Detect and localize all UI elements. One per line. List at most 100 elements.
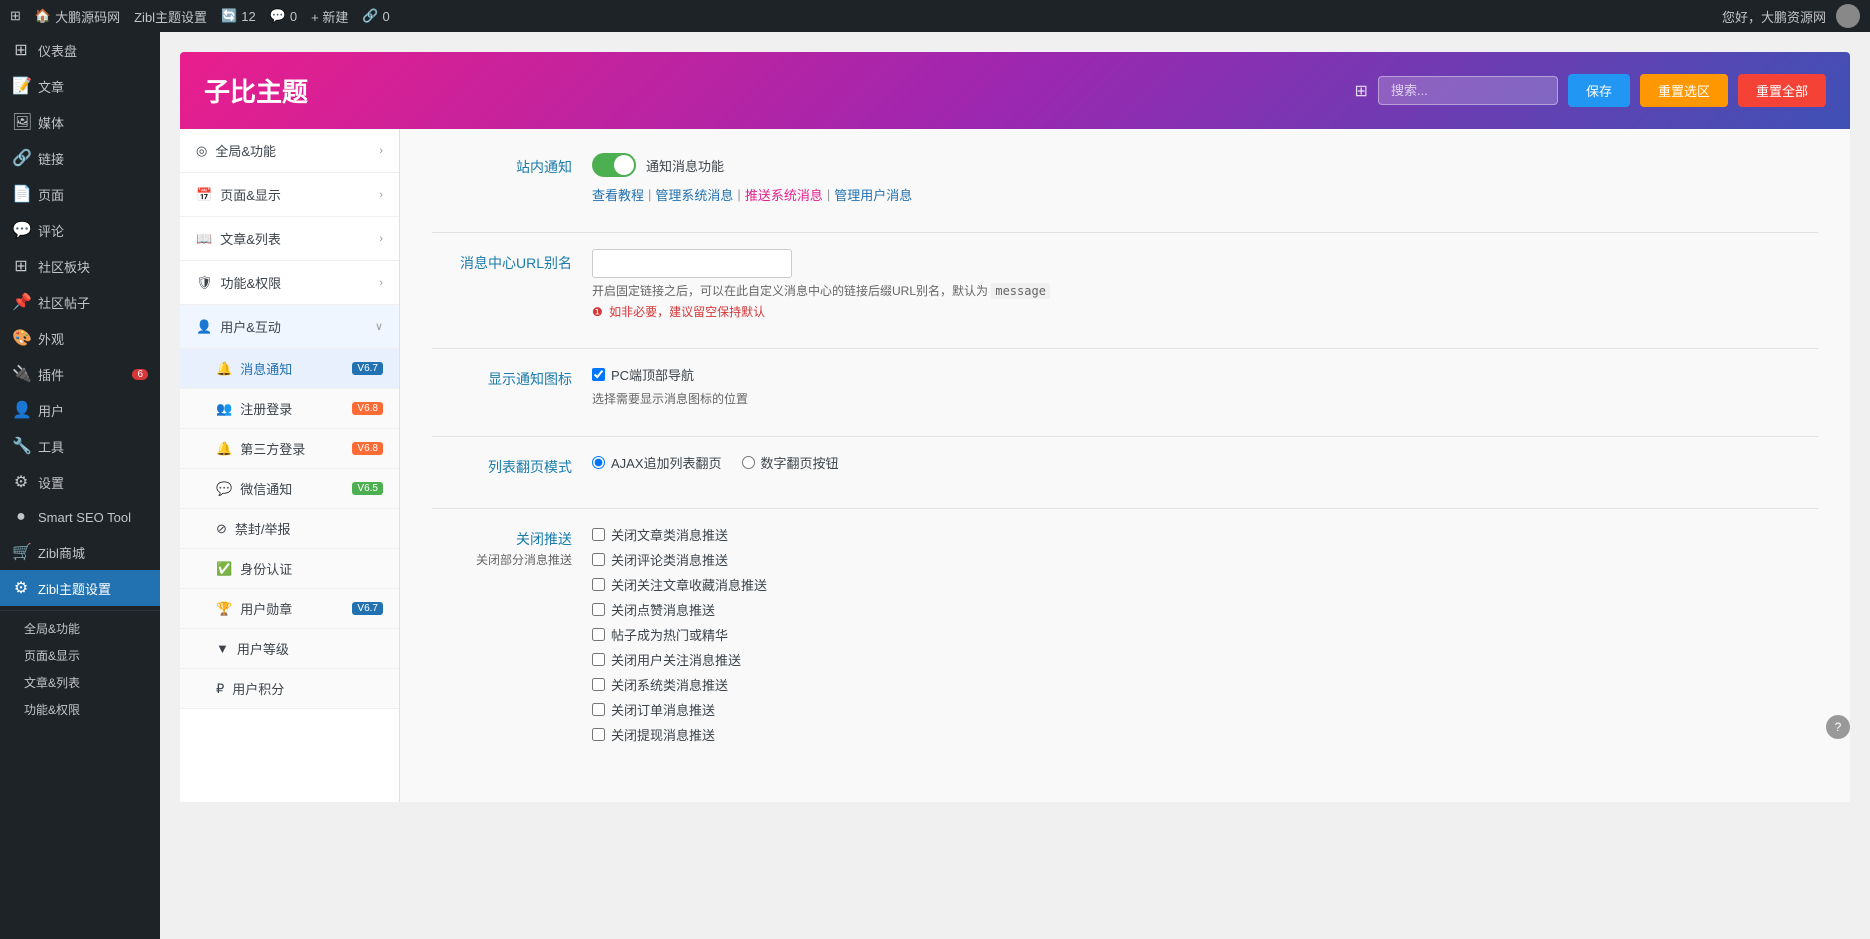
medal-icon: 🏆 bbox=[216, 601, 232, 617]
sidebar-item-community-blocks[interactable]: ⊞ 社区板块 bbox=[0, 248, 160, 284]
message-url-input[interactable] bbox=[592, 249, 792, 278]
left-panel-label: 全局&功能 bbox=[215, 141, 276, 160]
left-panel-sub-level[interactable]: ▼ 用户等级 bbox=[180, 629, 399, 669]
close-collect-checkbox[interactable] bbox=[592, 578, 605, 591]
theme-settings-link[interactable]: Zibl主题设置 bbox=[134, 7, 207, 26]
reset-selection-button[interactable]: 重置选区 bbox=[1640, 74, 1728, 107]
left-panel-func[interactable]: 🛡 功能&权限 › bbox=[180, 261, 399, 305]
close-follow-checkbox[interactable] bbox=[592, 653, 605, 666]
close-comment-checkbox[interactable] bbox=[592, 553, 605, 566]
left-panel-sub-ban[interactable]: ⊘ 禁封/举报 bbox=[180, 509, 399, 549]
sidebar-item-pages[interactable]: 📄 页面 bbox=[0, 176, 160, 212]
site-notify-toggle[interactable] bbox=[592, 153, 636, 177]
admin-bar-right: 您好，大鹏资源网 bbox=[1722, 4, 1860, 28]
left-panel-page[interactable]: 📅 页面&显示 › bbox=[180, 173, 399, 217]
sidebar-item-label: 媒体 bbox=[38, 113, 64, 132]
sidebar-item-media[interactable]: 🖼 媒体 bbox=[0, 104, 160, 140]
sidebar-item-smart-seo[interactable]: ● Smart SEO Tool bbox=[0, 500, 160, 534]
sidebar-sub-global[interactable]: 全局&功能 bbox=[0, 615, 160, 642]
close-capture-checkbox[interactable] bbox=[592, 728, 605, 741]
smart-seo-icon: ● bbox=[12, 508, 30, 526]
left-panel-article[interactable]: 📖 文章&列表 › bbox=[180, 217, 399, 261]
admin-bar-comments[interactable]: 💬 0 bbox=[270, 8, 297, 24]
tutorial-link[interactable]: 查看教程 bbox=[592, 185, 644, 204]
sub-item-left: ✅ 身份认证 bbox=[216, 559, 292, 578]
sidebar-sub-func[interactable]: 功能&权限 bbox=[0, 696, 160, 723]
sub-item-left: ₽ 用户积分 bbox=[216, 679, 284, 698]
admin-bar-links[interactable]: 🔗 0 bbox=[362, 8, 389, 24]
close-like-checkbox[interactable] bbox=[592, 603, 605, 616]
site-name[interactable]: 大鹏源码网 bbox=[55, 7, 120, 26]
push-system-msg-link[interactable]: 推送系统消息 bbox=[745, 185, 823, 204]
sidebar-item-settings[interactable]: ⚙ 设置 bbox=[0, 464, 160, 500]
sub-item-left: ▼ 用户等级 bbox=[216, 639, 289, 658]
close-article-checkbox[interactable] bbox=[592, 528, 605, 541]
sidebar-item-tools[interactable]: 🔧 工具 bbox=[0, 428, 160, 464]
left-panel-sub-register[interactable]: 👥 注册登录 V6.8 bbox=[180, 389, 399, 429]
sidebar-item-users[interactable]: 👤 用户 bbox=[0, 392, 160, 428]
separator: | bbox=[827, 187, 830, 202]
radio-ajax[interactable]: AJAX追加列表翻页 bbox=[592, 453, 722, 472]
radio-ajax-input[interactable] bbox=[592, 456, 605, 469]
manage-user-msg-link[interactable]: 管理用户消息 bbox=[834, 185, 912, 204]
help-icon[interactable]: ? bbox=[1826, 715, 1850, 739]
sidebar-item-zibl-shop[interactable]: 🛒 Zibl商城 bbox=[0, 534, 160, 570]
sub-item-left: 🏆 用户勋章 bbox=[216, 599, 292, 618]
manage-system-msg-link[interactable]: 管理系统消息 bbox=[655, 185, 733, 204]
left-panel-sub-message[interactable]: 🔔 消息通知 V6.7 bbox=[180, 349, 399, 389]
sidebar-sub-label: 功能&权限 bbox=[24, 703, 80, 717]
search-input[interactable] bbox=[1378, 76, 1558, 105]
sidebar-item-community-posts[interactable]: 📌 社区帖子 bbox=[0, 284, 160, 320]
left-panel-item-left: ◎ 全局&功能 bbox=[196, 141, 276, 160]
left-panel-label: 功能&权限 bbox=[221, 273, 282, 292]
sidebar-item-dashboard[interactable]: ⊞ 仪表盘 bbox=[0, 32, 160, 68]
points-icon: ₽ bbox=[216, 681, 224, 697]
wp-logo-icon[interactable]: ⊞ bbox=[10, 8, 21, 24]
admin-bar-updates[interactable]: 🔄 12 bbox=[221, 8, 256, 24]
avatar[interactable] bbox=[1836, 4, 1860, 28]
settings-label-display-icon: 显示通知图标 bbox=[432, 365, 592, 389]
save-button[interactable]: 保存 bbox=[1568, 74, 1630, 107]
left-panel-label: 页面&显示 bbox=[220, 185, 281, 204]
close-system-checkbox[interactable] bbox=[592, 678, 605, 691]
global-icon: ◎ bbox=[196, 143, 207, 159]
settings-label-message-url: 消息中心URL别名 bbox=[432, 249, 592, 273]
sidebar-item-comments[interactable]: 💬 评论 bbox=[0, 212, 160, 248]
close-order-checkbox[interactable] bbox=[592, 703, 605, 716]
sidebar-item-posts[interactable]: 📝 文章 bbox=[0, 68, 160, 104]
close-hot-checkbox[interactable] bbox=[592, 628, 605, 641]
pc-nav-checkbox[interactable] bbox=[592, 368, 605, 381]
left-panel-sub-points[interactable]: ₽ 用户积分 bbox=[180, 669, 399, 709]
grid-icon[interactable]: ⊞ bbox=[1355, 81, 1368, 101]
settings-row-message-url: 消息中心URL别名 开启固定链接之后，可以在此自定义消息中心的链接后缀URL别名… bbox=[432, 249, 1818, 320]
radio-number-input[interactable] bbox=[742, 456, 755, 469]
sidebar-item-zibl-settings[interactable]: ⚙ Zibl主题设置 bbox=[0, 570, 160, 606]
article-icon: 📖 bbox=[196, 231, 212, 247]
left-panel-sub-third-login[interactable]: 🔔 第三方登录 V6.8 bbox=[180, 429, 399, 469]
sidebar-sub-page[interactable]: 页面&显示 bbox=[0, 642, 160, 669]
sidebar-item-links[interactable]: 🔗 链接 bbox=[0, 140, 160, 176]
left-panel-sub-wechat[interactable]: 💬 微信通知 V6.5 bbox=[180, 469, 399, 509]
sidebar-sub-article[interactable]: 文章&列表 bbox=[0, 669, 160, 696]
close-follow-label: 关闭用户关注消息推送 bbox=[611, 650, 741, 669]
sidebar-item-plugins[interactable]: 🔌 插件 6 bbox=[0, 356, 160, 392]
admin-bar-new[interactable]: + 新建 bbox=[311, 7, 348, 26]
settings-row-close-notify: 关闭推送 关闭部分消息推送 关闭文章类消息推送 关闭评论类消息推送 关闭关注文章… bbox=[432, 525, 1818, 750]
zibl-shop-icon: 🛒 bbox=[12, 542, 30, 562]
sidebar-item-appearance[interactable]: 🎨 外观 bbox=[0, 320, 160, 356]
sidebar-item-label: 链接 bbox=[38, 149, 64, 168]
settings-content-close-notify: 关闭文章类消息推送 关闭评论类消息推送 关闭关注文章收藏消息推送 关闭点赞消息推… bbox=[592, 525, 1818, 750]
sub-item-label: 用户勋章 bbox=[240, 599, 292, 618]
left-panel-sub-medal[interactable]: 🏆 用户勋章 V6.7 bbox=[180, 589, 399, 629]
admin-bar-site[interactable]: 🏠 大鹏源码网 bbox=[35, 7, 120, 26]
posts-icon: 📝 bbox=[12, 76, 30, 96]
updates-icon: 🔄 bbox=[221, 8, 237, 24]
admin-bar-theme[interactable]: Zibl主题设置 bbox=[134, 7, 207, 26]
left-panel-item-left: 📖 文章&列表 bbox=[196, 229, 281, 248]
radio-number[interactable]: 数字翻页按钮 bbox=[742, 453, 839, 472]
left-panel-global[interactable]: ◎ 全局&功能 › bbox=[180, 129, 399, 173]
new-label[interactable]: + 新建 bbox=[311, 7, 348, 26]
left-panel-user[interactable]: 👤 用户&互动 ∨ bbox=[180, 305, 399, 349]
left-panel-sub-identity[interactable]: ✅ 身份认证 bbox=[180, 549, 399, 589]
reset-all-button[interactable]: 重置全部 bbox=[1738, 74, 1826, 107]
